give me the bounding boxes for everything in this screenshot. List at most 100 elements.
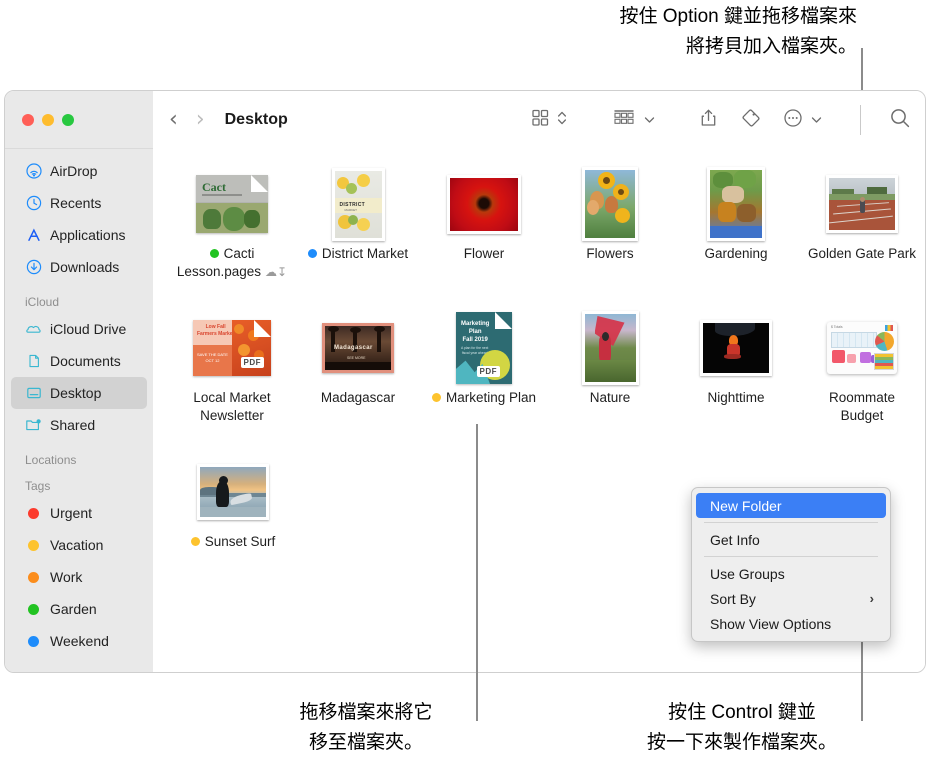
close-icon[interactable] <box>22 113 34 126</box>
group-by-icon <box>613 108 635 132</box>
sidebar-item-label: Weekend <box>50 633 109 649</box>
file-item-gardening[interactable]: Gardening <box>673 163 799 281</box>
file-thumbnail: DISTRICT MARKET <box>295 163 421 245</box>
up-down-chevron-icon <box>557 109 567 132</box>
chevron-down-icon <box>644 111 655 129</box>
search-icon <box>889 107 911 134</box>
file-item-flowers[interactable]: Flowers <box>547 163 673 281</box>
menu-item-sort-by[interactable]: Sort By › <box>696 586 886 611</box>
tag-dot-icon <box>190 536 200 546</box>
sidebar-item-label: Downloads <box>50 259 120 275</box>
file-item-local-market-newsletter[interactable]: Low Fall Farmers Market SAVE THE DATE OCT … <box>169 307 295 425</box>
forward-button[interactable]: › <box>196 109 205 131</box>
file-thumbnail <box>169 451 297 533</box>
share-icon <box>699 108 718 133</box>
sidebar-tag-garden[interactable]: Garden <box>11 593 147 625</box>
minimize-icon[interactable] <box>42 113 54 126</box>
sidebar-item-shared[interactable]: Shared <box>11 409 147 441</box>
context-menu: New Folder Get Info Use Groups Sort By ›… <box>691 487 891 642</box>
icloud-download-icon: ☁↧ <box>265 265 288 279</box>
file-label: Sunset Surf <box>169 533 297 551</box>
sidebar-item-downloads[interactable]: Downloads <box>11 251 147 283</box>
file-item-sunset-surf[interactable]: Sunset Surf <box>169 451 297 551</box>
file-label: Flowers <box>547 245 673 263</box>
menu-item-use-groups[interactable]: Use Groups <box>696 561 886 586</box>
sidebar-item-label: Recents <box>50 195 102 211</box>
tag-icon <box>740 108 761 133</box>
file-label: Madagascar <box>295 389 421 407</box>
sidebar-item-label: Urgent <box>50 505 93 521</box>
view-mode-button[interactable] <box>531 108 567 132</box>
pdf-badge: PDF <box>240 357 264 368</box>
sidebar-header-tags: Tags <box>25 479 51 493</box>
group-by-button[interactable] <box>613 108 655 132</box>
sidebar-item-applications[interactable]: Applications <box>11 219 147 251</box>
tag-dot-icon <box>25 633 42 650</box>
toolbar: ‹ › Desktop <box>153 91 925 149</box>
share-button[interactable] <box>699 108 718 133</box>
file-item-nighttime[interactable]: Nighttime <box>673 307 799 425</box>
file-item-madagascar[interactable]: Madagascar SEE MORE Madagascar <box>295 307 421 425</box>
navigation-buttons: ‹ › <box>169 109 205 131</box>
document-icon <box>25 353 42 370</box>
desktop-icon <box>25 385 42 402</box>
sidebar-item-desktop[interactable]: Desktop <box>11 377 147 409</box>
menu-item-label: New Folder <box>710 497 782 514</box>
toolbar-divider <box>860 105 861 135</box>
file-label-line: Nighttime <box>707 390 765 405</box>
chevron-right-icon: › <box>869 591 874 606</box>
file-item-roommate-budget[interactable]: $ Totals Roommate Budget <box>799 307 925 425</box>
menu-item-get-info[interactable]: Get Info <box>696 527 886 552</box>
more-ellipsis-icon <box>783 108 803 133</box>
file-label-line: Roommate <box>828 390 896 405</box>
sidebar-tag-vacation[interactable]: Vacation <box>11 529 147 561</box>
download-icon <box>25 259 42 276</box>
shared-folder-icon <box>25 417 42 434</box>
sidebar-tag-work[interactable]: Work <box>11 561 147 593</box>
sidebar-item-label: Vacation <box>50 537 104 553</box>
sidebar-item-recents[interactable]: Recents <box>11 187 147 219</box>
sidebar-tag-weekend[interactable]: Weekend <box>11 625 147 657</box>
sidebar-tag-urgent[interactable]: Urgent <box>11 497 147 529</box>
file-thumbnail: Cact <box>169 163 295 245</box>
more-button[interactable] <box>783 108 822 133</box>
file-thumbnail <box>799 163 925 245</box>
chevron-down-icon <box>811 111 822 129</box>
file-label: Local Market Newsletter <box>169 389 295 425</box>
search-button[interactable] <box>889 107 911 134</box>
file-item-nature[interactable]: Nature <box>547 307 673 425</box>
file-item-golden-gate-park[interactable]: Golden Gate Park <box>799 163 925 281</box>
file-item-flower[interactable]: Flower <box>421 163 547 281</box>
file-label-line: District Market <box>297 245 419 263</box>
tag-dot-icon <box>431 392 441 402</box>
menu-item-show-view-options[interactable]: Show View Options <box>696 611 886 636</box>
sidebar-item-documents[interactable]: Documents <box>11 345 147 377</box>
page-title: Desktop <box>224 111 288 128</box>
menu-item-label: Use Groups <box>710 565 785 582</box>
file-item-district-market[interactable]: DISTRICT MARKET District Market <box>295 163 421 281</box>
tag-dot-icon <box>25 569 42 586</box>
sidebar-item-icloud-drive[interactable]: iCloud Drive <box>11 313 147 345</box>
sidebar-item-label: Garden <box>50 601 97 617</box>
file-label-line: Flowers <box>586 246 634 261</box>
sidebar-item-label: Work <box>50 569 83 585</box>
file-label: Marketing Plan <box>421 389 547 407</box>
file-label: Gardening <box>673 245 799 263</box>
sidebar-item-airdrop[interactable]: AirDrop <box>11 155 147 187</box>
file-thumbnail <box>547 307 673 389</box>
file-label: Golden Gate Park <box>799 245 925 263</box>
file-thumbnail <box>421 163 547 245</box>
back-button[interactable]: ‹ <box>169 109 178 131</box>
menu-item-new-folder[interactable]: New Folder <box>696 493 886 518</box>
maximize-icon[interactable] <box>62 113 74 126</box>
sidebar-item-label: Applications <box>50 227 126 243</box>
grid-view-icon <box>531 108 550 132</box>
file-row: Cact Cacti Lesson.pages ☁↧ DISTRICT MARK… <box>153 163 925 281</box>
file-label: Roommate Budget <box>799 389 925 425</box>
file-label: Nature <box>547 389 673 407</box>
file-label: Cacti Lesson.pages ☁↧ <box>169 245 295 281</box>
file-item-marketing-plan[interactable]: Marketing Plan Fall 2019 A plan for the ne… <box>421 307 547 425</box>
sidebar-item-label: AirDrop <box>50 163 98 179</box>
tag-button[interactable] <box>740 108 761 133</box>
file-item-cacti-lesson[interactable]: Cact Cacti Lesson.pages ☁↧ <box>169 163 295 281</box>
